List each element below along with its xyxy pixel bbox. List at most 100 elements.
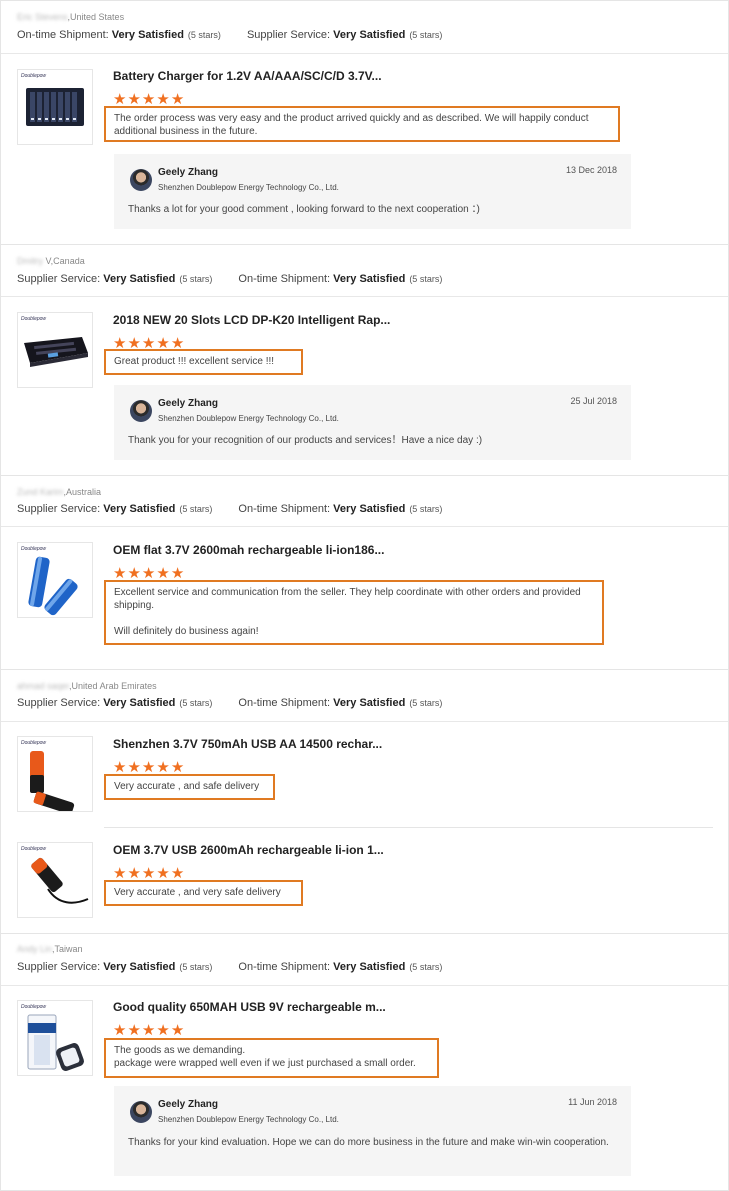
rating-summary: Supplier Service: Very Satisfied (5 stars… xyxy=(17,961,442,973)
product-thumbnail[interactable]: Doublepow xyxy=(17,842,93,918)
rating-value: Very Satisfied xyxy=(103,697,176,709)
rating-label: Supplier Service: xyxy=(246,29,331,41)
rating-stars-note: (5 stars) xyxy=(409,962,443,972)
review-text: Great product !!! excellent service !!! xyxy=(114,356,275,367)
reply-text: Thanks a lot for your good comment , loo… xyxy=(128,204,480,215)
rating-label: Supplier Service: xyxy=(17,503,101,515)
rating-value: Very Satisfied xyxy=(103,961,176,973)
star-icon: ★ xyxy=(113,865,127,882)
star-icon: ★ xyxy=(127,759,141,776)
star-icon: ★ xyxy=(170,1022,185,1039)
rating-stars-note: (5 stars) xyxy=(409,30,443,40)
supplier-reply: Geely Zhang Shenzhen Doublepow Energy Te… xyxy=(114,1086,631,1176)
rating-summary: On-time Shipment: Very Satisfied (5 stars… xyxy=(17,29,442,41)
product-thumbnail[interactable]: Doublepow xyxy=(17,542,93,618)
review-header xyxy=(1,245,728,297)
rating-stars-note: (5 stars) xyxy=(179,504,213,514)
product-title-link[interactable]: OEM flat 3.7V 2600mah rechargeable li-io… xyxy=(113,543,384,557)
product-title-link[interactable]: Battery Charger for 1.2V AA/AAA/SC/C/D 3… xyxy=(113,69,382,83)
star-rating: ★★★★★ xyxy=(113,865,185,882)
battery-image xyxy=(30,751,75,815)
rating-label: On-time Shipment: xyxy=(238,961,331,973)
star-icon: ★ xyxy=(113,565,127,582)
buyer-country: ,United States xyxy=(67,12,125,22)
brand-logo: Doublepow xyxy=(21,546,47,552)
review-header xyxy=(1,476,728,527)
star-rating: ★★★★★ xyxy=(113,91,185,108)
reply-date: 25 Jul 2018 xyxy=(570,396,617,406)
star-icon: ★ xyxy=(141,91,156,108)
avatar xyxy=(130,1101,152,1123)
rating-value: Very Satisfied xyxy=(333,961,406,973)
rating-label: On-time Shipment: xyxy=(238,697,331,709)
brand-logo: Doublepow xyxy=(21,73,47,79)
product-thumbnail[interactable]: Doublepow xyxy=(17,69,93,145)
review-text-line: Excellent service and communication from… xyxy=(114,587,581,611)
review-text-line xyxy=(114,612,594,625)
battery-image xyxy=(31,857,89,904)
star-rating: ★★★★★ xyxy=(113,759,185,776)
battery-image xyxy=(28,556,78,616)
star-icon: ★ xyxy=(113,1022,127,1039)
product-title-link[interactable]: 2018 NEW 20 Slots LCD DP-K20 Intelligent… xyxy=(113,313,390,327)
product-title-link[interactable]: OEM 3.7V USB 2600mAh rechargeable li-ion… xyxy=(113,843,384,857)
replier-name: Geely Zhang xyxy=(158,1099,219,1110)
rating-stars-note: (5 stars) xyxy=(409,274,443,284)
review-text-highlight: The order process was very easy and the … xyxy=(104,106,620,142)
replier-company: Shenzhen Doublepow Energy Technology Co.… xyxy=(158,414,339,423)
product-thumbnail[interactable]: Doublepow xyxy=(17,312,93,388)
star-rating: ★★★★★ xyxy=(113,1022,185,1039)
review-header xyxy=(1,670,728,722)
rating-stars-note: (5 stars) xyxy=(187,30,221,40)
rating-stars-note: (5 stars) xyxy=(179,274,213,284)
buyer-country: ,United Arab Emirates xyxy=(69,681,157,691)
review-text: The order process was very easy and the … xyxy=(114,113,589,137)
buyer-info: ahmad saqer,United Arab Emirates xyxy=(17,681,157,691)
supplier-reply: Geely Zhang Shenzhen Doublepow Energy Te… xyxy=(114,154,631,229)
rating-label: On-time Shipment: xyxy=(238,503,331,515)
buyer-country: ,Australia xyxy=(63,487,102,497)
review-header xyxy=(1,1,728,54)
review-text-line: Will definitely do business again! xyxy=(114,626,259,637)
rating-label: Supplier Service: xyxy=(17,697,101,709)
reply-text: Thank you for your recognition of our pr… xyxy=(128,435,483,446)
rating-summary: Supplier Service: Very Satisfied (5 stars… xyxy=(17,273,442,285)
rating-label: Supplier Service: xyxy=(17,961,101,973)
rating-label: Supplier Service: xyxy=(17,273,101,285)
rating-stars-note: (5 stars) xyxy=(179,698,213,708)
rating-value: Very Satisfied xyxy=(103,503,176,515)
star-icon: ★ xyxy=(127,565,141,582)
product-title-link[interactable]: Shenzhen 3.7V 750mAh USB AA 14500 rechar… xyxy=(113,737,382,751)
product-thumbnail[interactable]: Doublepow xyxy=(17,736,93,815)
rating-label: On-time Shipment: xyxy=(238,273,331,285)
review-text-highlight: Excellent service and communication from… xyxy=(104,580,604,645)
brand-logo: Doublepow xyxy=(21,740,47,746)
star-icon: ★ xyxy=(170,865,185,882)
buyer-name: Eric Stevens xyxy=(17,12,68,22)
reply-date: 13 Dec 2018 xyxy=(565,165,617,175)
review-text-highlight: Very accurate , and very safe delivery xyxy=(104,880,303,906)
star-rating: ★★★★★ xyxy=(113,335,185,351)
reviews-panel: Eric Stevens,United States On-time Shipm… xyxy=(0,0,729,1191)
reply-text: Thanks for your kind evaluation. Hope we… xyxy=(128,1137,609,1148)
star-icon: ★ xyxy=(141,565,156,582)
review-text-highlight: The goods as we demanding. package were … xyxy=(104,1038,439,1078)
star-icon: ★ xyxy=(127,91,141,108)
buyer-name: Dmitry xyxy=(17,256,43,266)
review-header xyxy=(1,934,728,986)
brand-logo: Doublepow xyxy=(21,846,47,852)
battery-image xyxy=(27,1014,84,1071)
star-icon: ★ xyxy=(113,759,127,776)
review-text: Very accurate , and very safe delivery xyxy=(114,887,281,898)
star-icon: ★ xyxy=(156,91,170,108)
supplier-reply: Geely Zhang Shenzhen Doublepow Energy Te… xyxy=(114,385,631,460)
rating-stars-note: (5 stars) xyxy=(409,504,443,514)
review-text-line: package were wrapped well even if we jus… xyxy=(114,1058,416,1069)
item-divider xyxy=(104,827,713,828)
replier-company: Shenzhen Doublepow Energy Technology Co.… xyxy=(158,183,339,192)
star-icon: ★ xyxy=(156,1022,170,1039)
product-thumbnail[interactable]: Doublepow xyxy=(17,1000,93,1076)
product-title-link[interactable]: Good quality 650MAH USB 9V rechargeable … xyxy=(113,1000,386,1014)
rating-stars-note: (5 stars) xyxy=(409,698,443,708)
review-text-highlight: Very accurate , and safe delivery xyxy=(104,774,275,800)
